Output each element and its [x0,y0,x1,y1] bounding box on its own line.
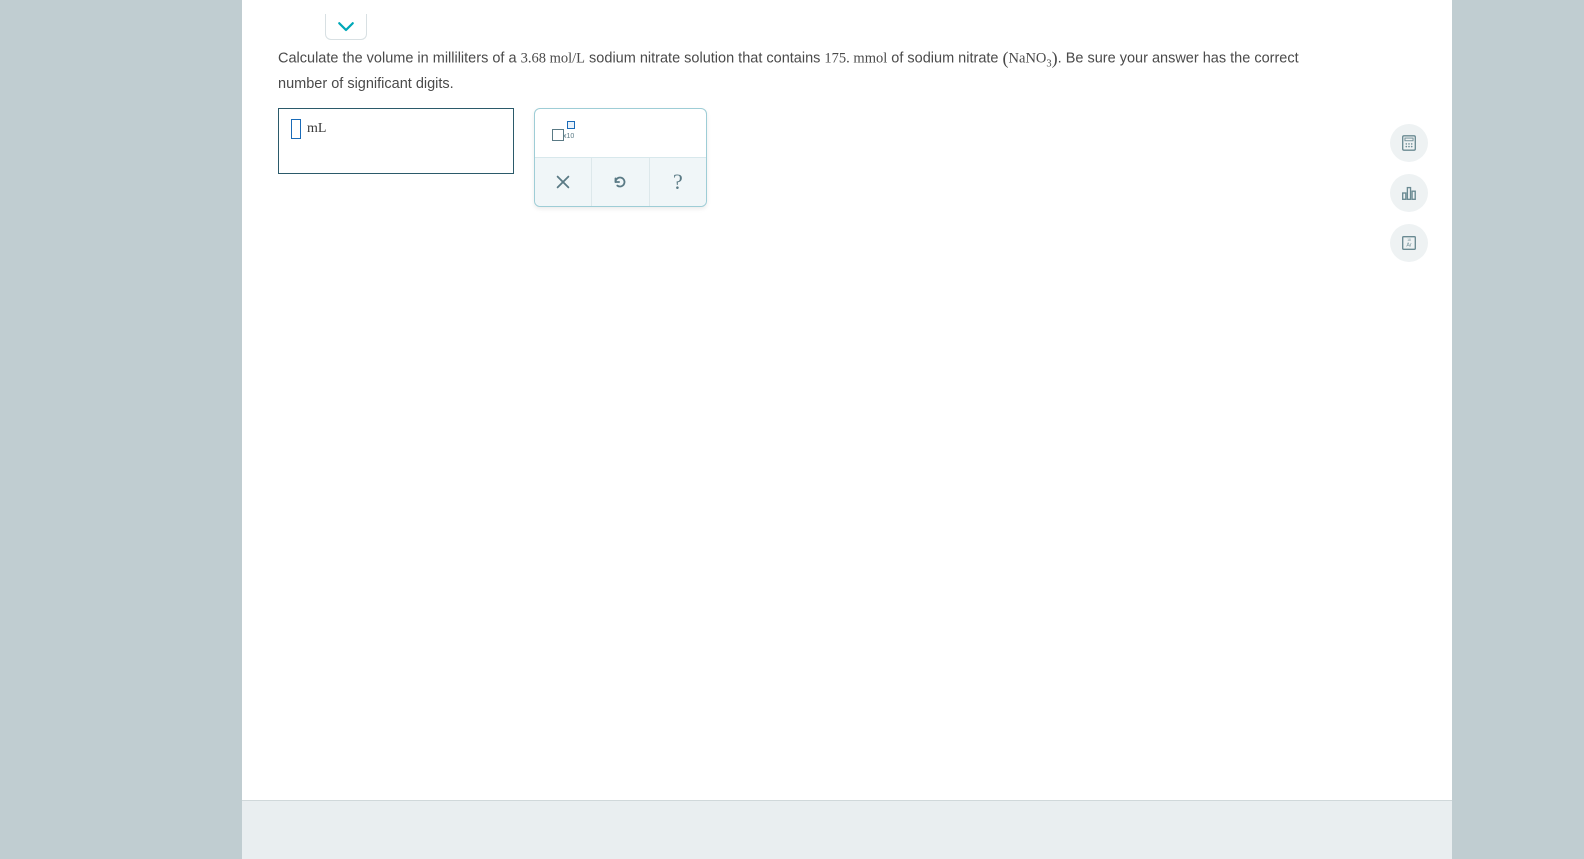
clear-button[interactable] [535,158,591,206]
answer-input-box[interactable]: mL [278,108,514,174]
q-conc-unit: mol/L [546,51,585,67]
q-part: Calculate the volume in milliliters of a [278,51,521,67]
question-text: Calculate the volume in milliliters of a… [278,46,1338,97]
q-amount-unit: mmol [850,51,887,67]
q-part: of sodium nitrate [887,51,1002,67]
periodic-table-button[interactable]: 18 Ar [1390,224,1428,262]
calculator-button[interactable] [1390,124,1428,162]
calculator-icon [1400,134,1418,152]
input-tool-panel: x10 ? [534,108,707,207]
scientific-notation-button[interactable]: x10 [547,119,581,147]
exponent-box-icon [567,121,575,129]
expand-toggle[interactable] [325,14,367,40]
side-tool-rail: 18 Ar [1390,124,1430,262]
q-part: sodium nitrate solution that contains [585,51,824,67]
svg-text:Ar: Ar [1406,243,1412,249]
svg-text:18: 18 [1407,238,1411,242]
answer-value-slot[interactable] [291,119,301,139]
x10-label: x10 [563,133,574,140]
q-amount: 175. [824,51,849,67]
q-formula: NaNO [1009,51,1047,67]
reset-button[interactable] [591,158,648,206]
tool-action-row: ? [535,157,706,206]
tool-row-formats: x10 [535,109,706,157]
question-mark-icon: ? [673,169,683,195]
bar-chart-icon [1400,184,1418,202]
bottom-bar [242,800,1452,859]
answer-unit: mL [307,121,326,137]
q-concentration: 3.68 [521,51,546,67]
x-icon [554,173,572,191]
chevron-down-icon [337,21,355,33]
undo-icon [611,173,629,191]
periodic-table-icon: 18 Ar [1400,234,1418,252]
help-button[interactable]: ? [649,158,706,206]
stats-button[interactable] [1390,174,1428,212]
